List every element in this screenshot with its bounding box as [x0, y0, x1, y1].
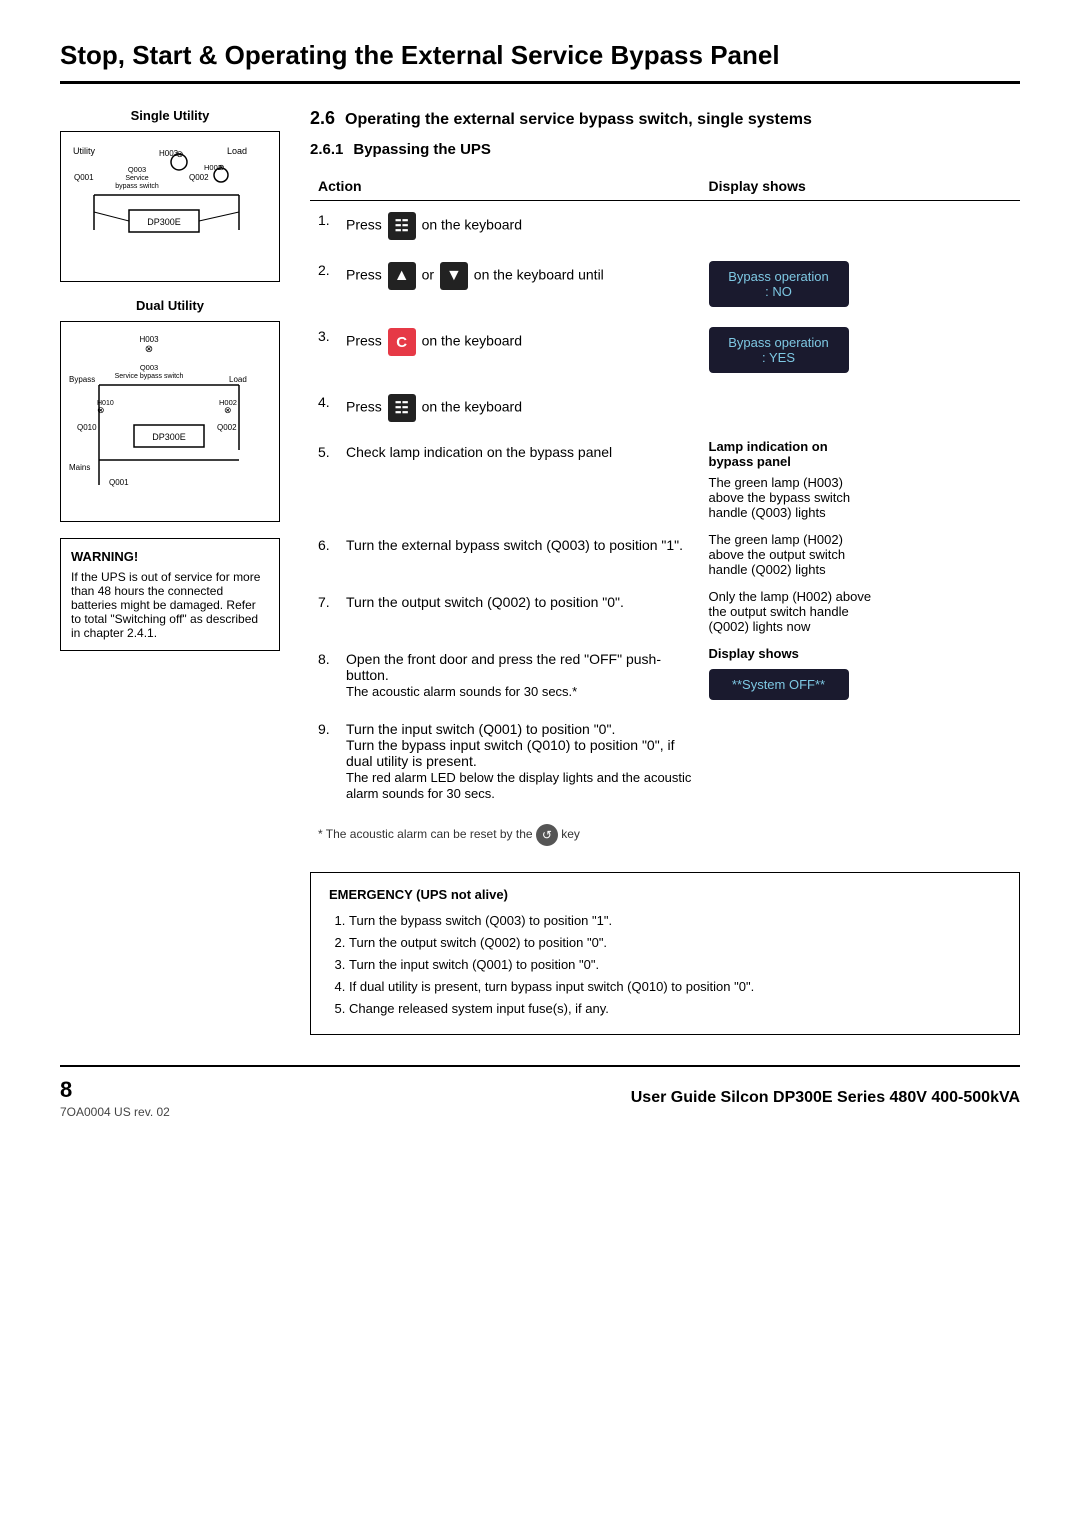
step-5: 5. Check lamp indication on the bypass p…: [318, 439, 693, 465]
svg-text:⊗: ⊗: [145, 344, 153, 355]
svg-text:H002: H002: [204, 163, 222, 172]
footer-ref: 7OA0004 US rev. 02: [60, 1105, 170, 1119]
svg-text:H003: H003: [159, 149, 179, 158]
lamp-step6-text: The green lamp (H002)above the output sw…: [709, 532, 1013, 577]
table-row: 5. Check lamp indication on the bypass p…: [310, 433, 1020, 526]
subsection-title: Bypassing the UPS: [353, 141, 491, 158]
emergency-list: Turn the bypass switch (Q003) to positio…: [329, 910, 1001, 1020]
svg-text:⊗: ⊗: [97, 405, 105, 415]
svg-text:Q003: Q003: [128, 165, 146, 174]
table-row: 9. Turn the input switch (Q001) to posit…: [310, 710, 1020, 812]
action-header: Action: [310, 172, 701, 201]
svg-text:Q002: Q002: [217, 423, 237, 432]
table-row: 7. Turn the output switch (Q002) to posi…: [310, 583, 1020, 640]
lamp-label: Lamp indication onbypass panel: [709, 439, 1013, 469]
emergency-title: EMERGENCY (UPS not alive): [329, 887, 1001, 902]
arrow-up-icon: ▲: [388, 262, 416, 290]
c-key-icon: C: [388, 328, 416, 356]
list-item: Turn the output switch (Q002) to positio…: [349, 932, 1001, 954]
table-row: 6. Turn the external bypass switch (Q003…: [310, 526, 1020, 583]
display-header: Display shows: [701, 172, 1021, 201]
lamp-step5-text: The green lamp (H003)above the bypass sw…: [709, 475, 1013, 520]
step-9: 9. Turn the input switch (Q001) to posit…: [318, 716, 693, 806]
single-utility-svg: Utility Load ⊗ H003 Q001 Q003 Service by…: [69, 140, 259, 270]
svg-text:Service: Service: [125, 175, 148, 182]
svg-text:Mains: Mains: [69, 463, 90, 472]
right-panel: 2.6 Operating the external service bypas…: [310, 108, 1020, 1035]
svg-text:Utility: Utility: [73, 146, 95, 156]
step-4: 4. Press ☷ on the keyboard: [318, 389, 693, 427]
system-off-badge: **System OFF**: [709, 669, 849, 700]
table-row: 1. Press ☷ on the keyboard: [310, 201, 1020, 252]
step-7: 7. Turn the output switch (Q002) to posi…: [318, 589, 693, 615]
svg-text:Q001: Q001: [109, 478, 129, 487]
bypass-yes-badge: Bypass operation: YES: [709, 327, 849, 373]
step-1: 1. Press ☷ on the keyboard: [318, 207, 693, 245]
svg-text:Q001: Q001: [74, 173, 94, 182]
dual-utility-label: Dual Utility: [60, 298, 280, 313]
section-number: 2.6: [310, 108, 335, 129]
page-title: Stop, Start & Operating the External Ser…: [60, 40, 1020, 84]
table-row: 8. Open the front door and press the red…: [310, 640, 1020, 710]
menu-icon-4: ☷: [388, 394, 416, 422]
step-2: 2. Press ▲ or ▼ on the keyboard until: [318, 257, 693, 295]
footer-guide: User Guide Silcon DP300E Series 480V 400…: [631, 1089, 1020, 1107]
arrow-down-icon: ▼: [440, 262, 468, 290]
table-row: 2. Press ▲ or ▼ on the keyboard until By…: [310, 251, 1020, 317]
svg-text:Load: Load: [229, 375, 247, 384]
warning-text: If the UPS is out of service for more th…: [71, 570, 269, 640]
svg-text:bypass switch: bypass switch: [115, 183, 159, 190]
display-shows-2: Display shows: [709, 646, 1013, 661]
acoustic-note: * The acoustic alarm can be reset by the…: [318, 824, 1012, 846]
dual-utility-svg: Bypass Load H003 ⊗ Q003 Service bypass s…: [69, 330, 259, 510]
svg-text:Q003: Q003: [140, 363, 158, 372]
section-title: Operating the external service bypass sw…: [345, 111, 812, 129]
svg-text:DP300E: DP300E: [152, 432, 186, 442]
step-3: 3. Press C on the keyboard: [318, 323, 693, 361]
lamp-step7-text: Only the lamp (H002) abovethe output swi…: [709, 589, 1013, 634]
step-8: 8. Open the front door and press the red…: [318, 646, 693, 704]
svg-text:⊗: ⊗: [224, 405, 232, 415]
warning-title: WARNING!: [71, 549, 269, 564]
svg-text:Bypass: Bypass: [69, 375, 95, 384]
table-row: 3. Press C on the keyboard Bypass operat…: [310, 317, 1020, 383]
list-item: If dual utility is present, turn bypass …: [349, 976, 1001, 998]
table-row: 4. Press ☷ on the keyboard: [310, 383, 1020, 433]
subsection-number: 2.6.1: [310, 141, 343, 158]
svg-text:Q010: Q010: [77, 423, 97, 432]
left-panel: Single Utility Utility Load ⊗ H003 Q001 …: [60, 108, 280, 1035]
emergency-box: EMERGENCY (UPS not alive) Turn the bypas…: [310, 872, 1020, 1035]
list-item: Change released system input fuse(s), if…: [349, 998, 1001, 1020]
list-item: Turn the bypass switch (Q003) to positio…: [349, 910, 1001, 932]
page-number: 8: [60, 1077, 170, 1103]
menu-icon-1: ☷: [388, 212, 416, 240]
reset-icon: ↺: [536, 824, 558, 846]
footer: 8 7OA0004 US rev. 02 User Guide Silcon D…: [60, 1065, 1020, 1119]
dual-utility-diagram: Bypass Load H003 ⊗ Q003 Service bypass s…: [60, 321, 280, 522]
bypass-no-badge: Bypass operation: NO: [709, 261, 849, 307]
svg-text:Service bypass switch: Service bypass switch: [115, 373, 184, 380]
svg-text:H003: H003: [139, 335, 159, 344]
instructions-table: Action Display shows 1. Press ☷ on the k…: [310, 172, 1020, 852]
single-utility-diagram: Utility Load ⊗ H003 Q001 Q003 Service by…: [60, 131, 280, 282]
svg-text:Load: Load: [227, 146, 247, 156]
list-item: Turn the input switch (Q001) to position…: [349, 954, 1001, 976]
warning-box: WARNING! If the UPS is out of service fo…: [60, 538, 280, 651]
single-utility-label: Single Utility: [60, 108, 280, 123]
svg-text:Q002: Q002: [189, 173, 209, 182]
step-6: 6. Turn the external bypass switch (Q003…: [318, 532, 693, 558]
svg-text:DP300E: DP300E: [147, 217, 181, 227]
table-row: * The acoustic alarm can be reset by the…: [310, 812, 1020, 852]
